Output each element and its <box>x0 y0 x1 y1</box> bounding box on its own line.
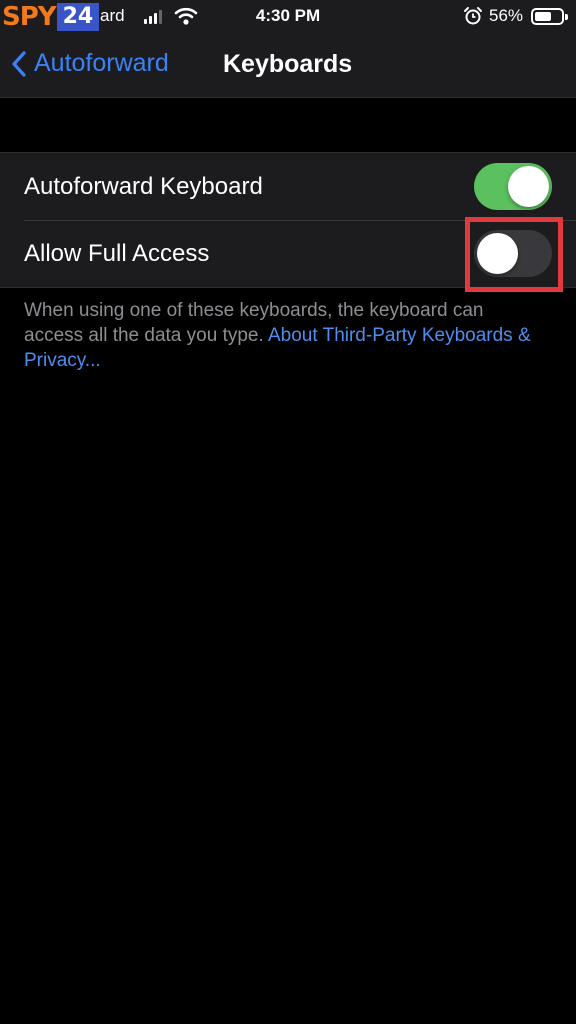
row-label: Allow Full Access <box>24 239 210 267</box>
battery-fill <box>535 12 551 21</box>
navigation-bar: Autoforward Keyboards <box>0 34 576 98</box>
back-button-label: Autoforward <box>34 49 169 77</box>
settings-row-allow-full-access: Allow Full Access <box>0 220 576 287</box>
status-bar: SPY 24 ard 4:30 PM 56% <box>0 0 576 34</box>
autoforward-keyboard-toggle[interactable] <box>474 163 552 210</box>
footer-note: When using one of these keyboards, the k… <box>24 298 544 373</box>
settings-group: Autoforward Keyboard Allow Full Access <box>0 152 576 288</box>
back-button[interactable]: Autoforward <box>12 49 169 78</box>
alarm-icon <box>464 7 482 25</box>
page-title: Keyboards <box>223 50 353 78</box>
allow-full-access-toggle[interactable] <box>474 230 552 277</box>
battery-icon <box>531 8 568 25</box>
toggle-knob <box>477 233 518 274</box>
settings-row-autoforward-keyboard: Autoforward Keyboard <box>0 153 576 220</box>
toggle-knob <box>508 166 549 207</box>
chevron-left-icon <box>12 50 26 77</box>
battery-percent: 56% <box>489 6 524 25</box>
row-label: Autoforward Keyboard <box>24 172 263 200</box>
